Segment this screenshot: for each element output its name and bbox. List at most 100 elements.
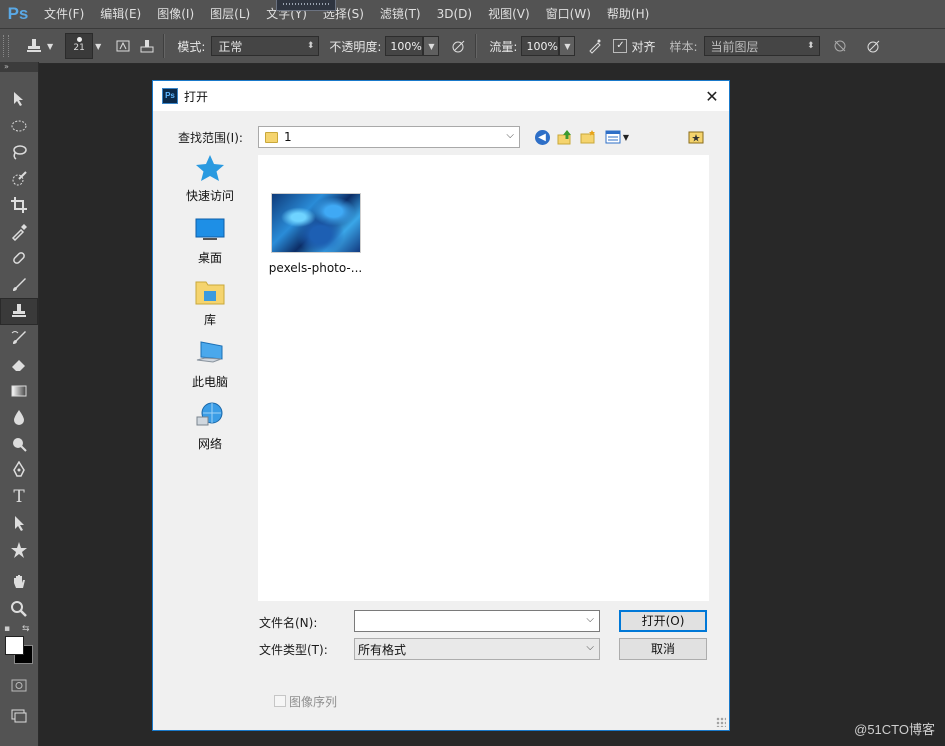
toggle-brush-panel-icon[interactable] [113,36,133,56]
window-drag-handle[interactable] [276,0,336,11]
brush-tool-icon[interactable] [0,272,38,299]
up-folder-icon [557,130,571,145]
place-label: 快速访问 [185,189,234,203]
brush-tip-icon [76,37,82,42]
marquee-tool-icon[interactable] [0,113,38,140]
crop-tool-icon[interactable] [0,192,38,219]
healing-brush-tool-icon[interactable] [0,245,38,272]
place-desktop[interactable]: 桌面 [165,215,255,277]
options-bar: ▼ 21 ▼ 模式: 正常 ⬍ 不透明度: 100% ▼ 流量: 100% ▼ … [0,28,945,64]
back-button[interactable]: ◀ [533,129,551,145]
file-thumbnail [270,193,361,253]
desktop-shortcut-button[interactable] [687,129,705,145]
lookin-combobox[interactable]: 1 ⌵ [258,126,520,148]
sample-select[interactable]: 当前图层 ⬍ [703,36,820,56]
opacity-dropdown-icon[interactable]: ▼ [423,36,440,56]
path-selection-tool-icon[interactable] [0,510,38,537]
chevron-down-icon: ▼ [622,132,630,142]
swap-colors-icon[interactable]: ⇆ [22,624,30,634]
toggle-clone-source-icon[interactable] [137,36,157,56]
gradient-tool-icon[interactable] [0,378,38,405]
image-sequence-checkbox[interactable] [274,695,286,707]
dodge-tool-icon[interactable] [0,431,38,458]
watermark: @51CTO博客 [854,722,935,737]
close-icon[interactable]: ✕ [701,86,723,106]
star-icon [196,155,224,181]
menu-help[interactable]: 帮助(H) [599,0,657,28]
zoom-tool-icon[interactable] [0,596,38,623]
move-tool-icon[interactable] [0,86,38,113]
filetype-select[interactable]: 所有格式 ⌵ [354,638,600,660]
airbrush-icon[interactable] [585,36,605,56]
tools-panel: » T ▪ ⇆ [0,62,39,746]
sample-value: 当前图层 [710,39,759,54]
options-bar-grip[interactable] [3,35,9,57]
pressure-size-icon[interactable] [864,36,884,56]
file-list-view[interactable]: pexels-photo-... [258,155,709,601]
computer-icon [196,341,223,363]
menu-image[interactable]: 图像(I) [149,0,202,28]
menu-file[interactable]: 文件(F) [36,0,92,28]
pen-tool-icon[interactable] [0,457,38,484]
flow-dropdown-icon[interactable]: ▼ [559,36,576,56]
brush-preset-picker[interactable]: 21 [65,33,94,59]
filetype-value: 所有格式 [358,642,407,657]
network-icon [196,402,223,426]
mode-value: 正常 [218,39,243,54]
collapse-panel-icon[interactable]: » [0,62,38,72]
clone-stamp-tool-icon[interactable] [0,298,38,325]
photoshop-app-icon: Ps [162,88,178,104]
eraser-tool-icon[interactable] [0,351,38,378]
screen-mode-icon[interactable] [0,700,38,730]
opacity-label: 不透明度: [329,39,382,54]
opacity-input[interactable]: 100% [385,36,424,56]
view-menu-button[interactable]: ▼ [603,129,631,145]
menu-filter[interactable]: 滤镜(T) [372,0,429,28]
foreground-color-swatch[interactable] [5,636,24,655]
place-quick-access[interactable]: 快速访问 [165,153,255,215]
flow-label: 流量: [489,39,518,54]
menu-window[interactable]: 窗口(W) [538,0,599,28]
chevron-down-icon[interactable]: ▼ [95,42,101,51]
place-library[interactable]: 库 [165,277,255,339]
lasso-tool-icon[interactable] [0,139,38,166]
filename-input[interactable]: ⌵ [354,610,600,632]
place-network[interactable]: 网络 [165,401,255,463]
open-file-dialog: Ps 打开 ✕ 查找范围(I): 1 ⌵ ◀ ▼ 快速访问 桌面 库 此电脑 网… [152,80,730,731]
cancel-button[interactable]: 取消 [619,638,707,660]
ignore-adjustment-layers-icon[interactable] [830,36,850,56]
place-this-pc[interactable]: 此电脑 [165,339,255,401]
open-button[interactable]: 打开(O) [619,610,707,632]
new-folder-button[interactable] [579,129,597,145]
custom-shape-tool-icon[interactable] [0,537,38,564]
filename-label: 文件名(N): [259,616,318,630]
chevron-down-icon[interactable]: ⌵ [586,614,594,625]
default-colors-icon[interactable]: ▪ [4,624,10,634]
hand-tool-icon[interactable] [0,569,38,596]
type-tool-icon[interactable]: T [0,484,38,511]
tool-preset-picker[interactable] [17,34,51,58]
sample-label: 样本: [669,39,698,54]
pressure-opacity-icon[interactable] [449,36,469,56]
dialog-titlebar[interactable]: Ps 打开 ✕ [153,81,729,111]
resize-grip-icon[interactable] [716,717,726,727]
file-item[interactable]: pexels-photo-... [268,193,363,275]
aligned-checkbox[interactable]: ✓ [613,39,628,53]
quick-selection-tool-icon[interactable] [0,166,38,193]
separator [475,34,478,58]
folder-icon [265,131,278,143]
eyedropper-tool-icon[interactable] [0,219,38,246]
clone-stamp-icon [27,39,41,52]
chevron-down-icon[interactable]: ▼ [47,42,53,51]
quick-mask-icon[interactable] [0,670,38,700]
blur-tool-icon[interactable] [0,404,38,431]
menu-view[interactable]: 视图(V) [480,0,538,28]
menu-edit[interactable]: 编辑(E) [92,0,149,28]
menu-3d[interactable]: 3D(D) [429,0,480,28]
menu-layer[interactable]: 图层(L) [202,0,258,28]
flow-input[interactable]: 100% [521,36,560,56]
up-folder-button[interactable] [556,129,574,145]
history-brush-tool-icon[interactable] [0,325,38,352]
image-sequence-label: 图像序列 [289,695,338,709]
mode-select[interactable]: 正常 ⬍ [211,36,320,56]
